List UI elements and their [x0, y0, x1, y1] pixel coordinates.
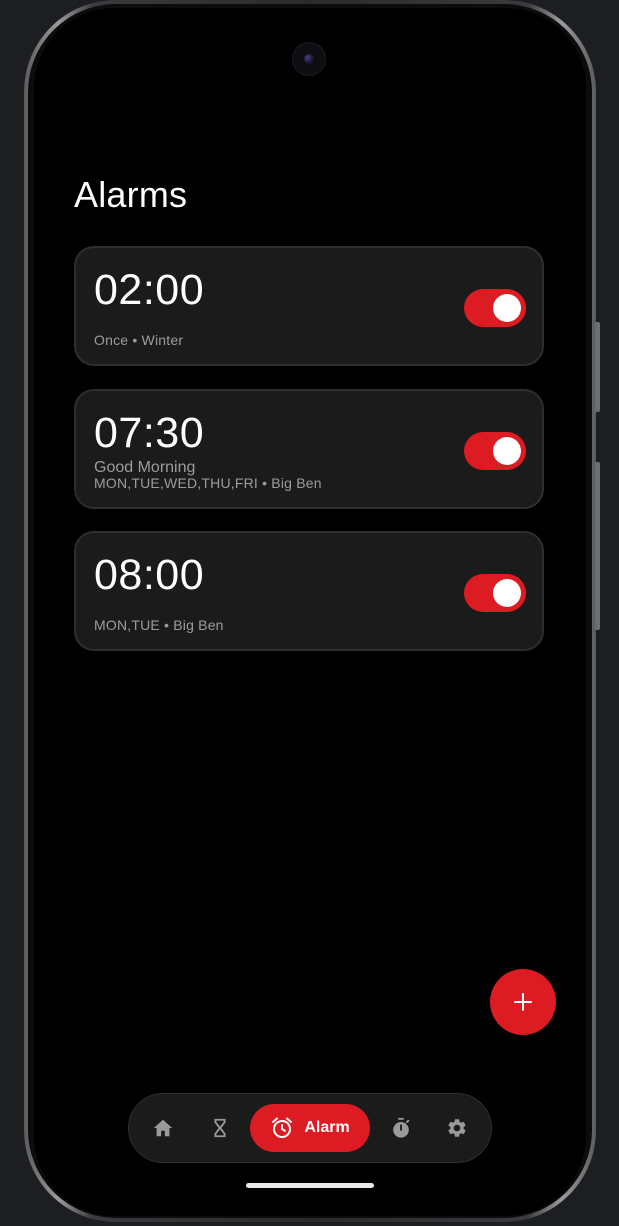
toggle-knob [493, 579, 521, 607]
alarm-toggle[interactable] [464, 289, 526, 327]
nav-alarm-label: Alarm [304, 1119, 350, 1136]
alarm-card[interactable]: 02:00 Once • Winter [74, 246, 544, 366]
home-icon [153, 1119, 173, 1137]
volume-button [595, 322, 600, 412]
nav-alarm[interactable]: Alarm [250, 1104, 370, 1152]
nav-stopwatch[interactable] [379, 1106, 423, 1150]
add-alarm-button[interactable] [490, 969, 556, 1035]
alarm-time: 07:30 [94, 409, 205, 457]
alarm-details: MON,TUE,WED,THU,FRI • Big Ben [94, 475, 322, 491]
screen: Alarms 02:00 Once • Winter 07:30 Good Mo… [34, 8, 586, 1216]
alarm-toggle[interactable] [464, 432, 526, 470]
nav-timer[interactable] [198, 1106, 242, 1150]
alarm-toggle[interactable] [464, 574, 526, 612]
nav-settings[interactable] [435, 1106, 479, 1150]
alarm-card[interactable]: 08:00 MON,TUE • Big Ben [74, 531, 544, 651]
front-camera [292, 42, 326, 76]
bottom-nav: Alarm [128, 1093, 492, 1163]
page-title: Alarms [74, 174, 188, 215]
alarm-time: 02:00 [94, 266, 205, 314]
stopwatch-icon [393, 1117, 410, 1138]
toggle-knob [493, 437, 521, 465]
home-indicator[interactable] [246, 1183, 374, 1188]
alarm-details: MON,TUE • Big Ben [94, 617, 224, 633]
gear-icon [448, 1119, 466, 1137]
alarm-card[interactable]: 07:30 Good Morning MON,TUE,WED,THU,FRI •… [74, 389, 544, 509]
alarm-details: Once • Winter [94, 332, 184, 348]
nav-home[interactable] [141, 1106, 185, 1150]
toggle-knob [493, 294, 521, 322]
power-button [595, 462, 600, 630]
hourglass-icon [214, 1118, 226, 1138]
alarm-time: 08:00 [94, 551, 205, 599]
alarm-clock-icon [272, 1117, 293, 1138]
plus-icon [514, 993, 532, 1011]
